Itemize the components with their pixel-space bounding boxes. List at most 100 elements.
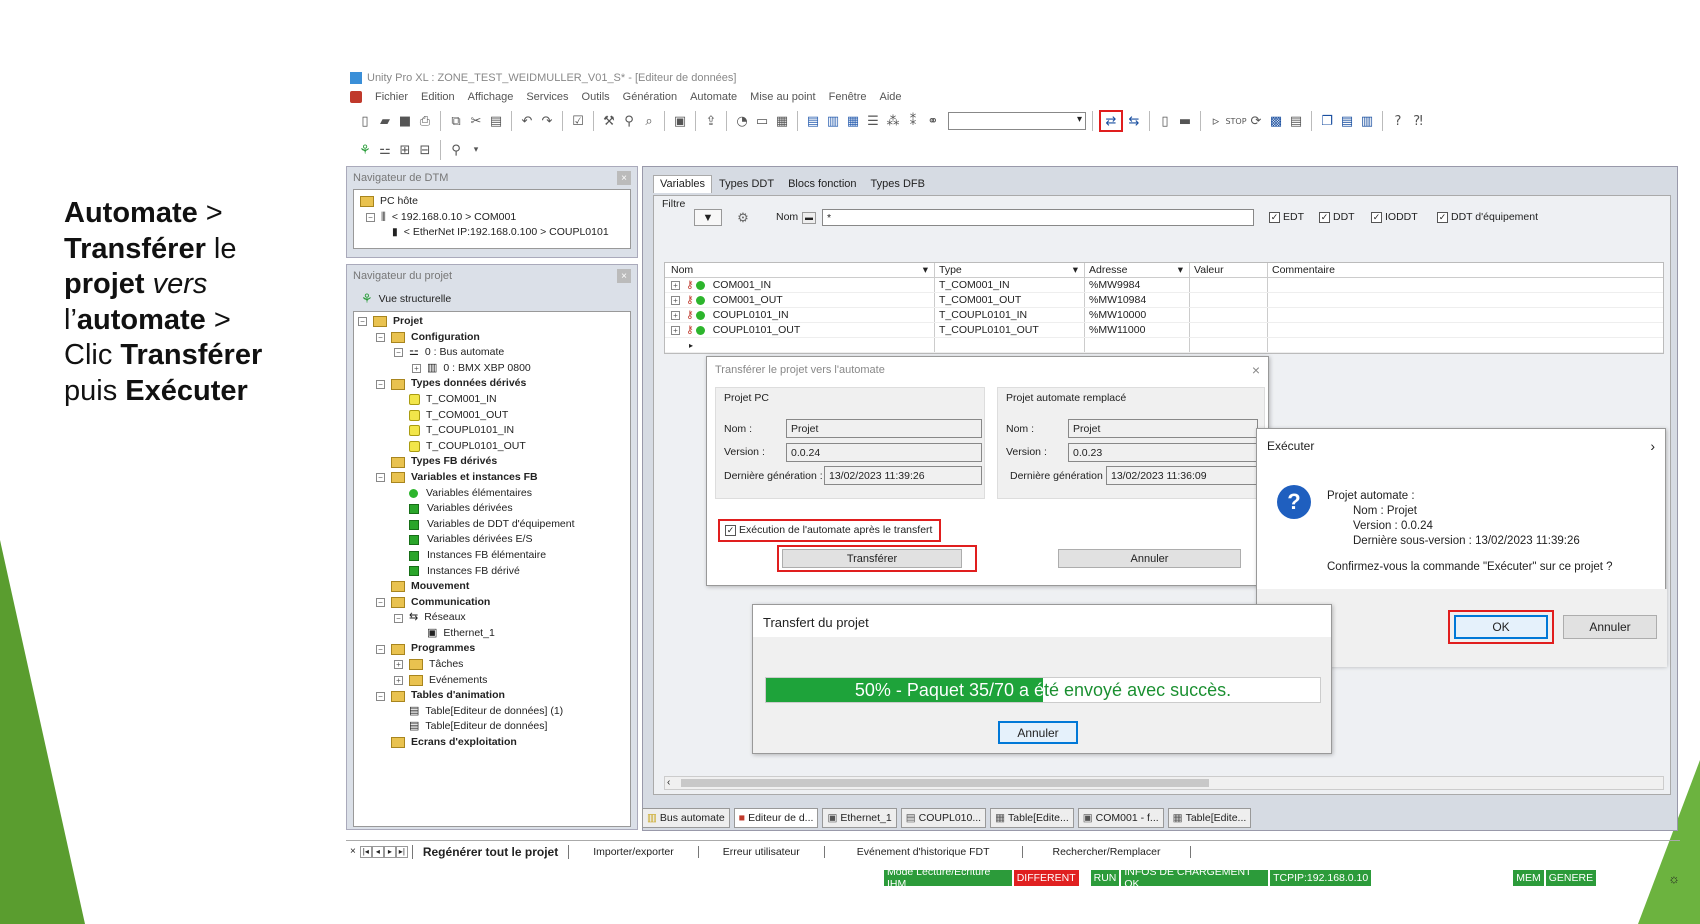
memory-icon[interactable]: ▩ — [1267, 112, 1285, 130]
cut-icon[interactable]: ✂ — [467, 112, 485, 130]
variable-type-cell[interactable]: T_COM001_IN — [935, 278, 1085, 292]
check-ddt[interactable]: ✓ DDT — [1319, 211, 1355, 223]
nav-last-icon[interactable]: ▸| — [395, 845, 408, 858]
tree-item[interactable]: + ▥ 0 : BMX XBP 0800 — [358, 361, 626, 377]
table-row[interactable]: + ⚷ COUPL0101_IN T_COUPL0101_IN %MW10000 — [665, 308, 1663, 323]
variable-value-cell[interactable] — [1190, 308, 1268, 322]
variable-comment-cell[interactable] — [1268, 278, 1663, 292]
collapse-icon[interactable]: ⊟ — [416, 141, 434, 159]
window-tab[interactable]: ▥ Bus automate — [642, 808, 730, 828]
new-row-type[interactable] — [935, 338, 1085, 352]
structure-view-icon[interactable]: ⚘ — [356, 141, 374, 159]
tab-types-dfb[interactable]: Types DFB — [864, 175, 932, 193]
output-tab-rechercher[interactable]: Rechercher/Remplacer — [1023, 845, 1192, 858]
variable-address-cell[interactable]: %MW10000 — [1085, 308, 1190, 322]
new-icon[interactable]: ▯ — [356, 112, 374, 130]
variable-address-cell[interactable]: %MW11000 — [1085, 323, 1190, 337]
variables2-icon[interactable]: ⁑ — [904, 112, 922, 130]
collapse-icon[interactable]: − — [358, 317, 367, 327]
variables-icon[interactable]: ⁂ — [884, 112, 902, 130]
expand-icon[interactable]: + — [412, 364, 421, 374]
tree-item[interactable]: − Types données dérivés — [358, 376, 626, 392]
simulate-icon[interactable]: ▯ — [1156, 112, 1174, 130]
output-close-icon[interactable]: × — [350, 846, 356, 857]
variable-name-cell[interactable]: + ⚷ COM001_OUT — [665, 293, 935, 307]
variable-comment-cell[interactable] — [1268, 308, 1663, 322]
tab-blocs-fonction[interactable]: Blocs fonction — [781, 175, 863, 193]
window-tab[interactable]: ▣ COM001 - f... — [1077, 808, 1164, 828]
list-icon[interactable]: ☰ — [864, 112, 882, 130]
checkbox-checked[interactable]: ✓ — [1269, 211, 1280, 223]
variable-type-cell[interactable]: T_COUPL0101_OUT — [935, 323, 1085, 337]
transfer-button[interactable]: Transférer — [782, 549, 962, 568]
collapse-icon[interactable]: − — [394, 613, 403, 623]
table-row[interactable]: + ⚷ COM001_IN T_COM001_IN %MW9984 — [665, 278, 1663, 293]
run-icon[interactable]: ▹ — [1207, 112, 1225, 130]
tree-item[interactable]: T_COM001_OUT — [358, 408, 626, 424]
tree-item[interactable]: − Programmes — [358, 641, 626, 657]
output-tab-erreur-utilisateur[interactable]: Erreur utilisateur — [699, 845, 825, 858]
close-icon[interactable]: × — [617, 171, 631, 185]
tree-item[interactable]: − ⚍ 0 : Bus automate — [358, 345, 626, 361]
new-row-value[interactable] — [1190, 338, 1268, 352]
search-tool-icon[interactable]: ⚲ — [620, 112, 638, 130]
windows-cascade-icon[interactable]: ❐ — [1318, 112, 1336, 130]
menu-automate[interactable]: Automate — [690, 91, 737, 103]
collapse-icon[interactable]: − — [376, 332, 385, 342]
tree-item[interactable]: Variables de DDT d'équipement — [358, 517, 626, 533]
tree-item[interactable]: T_COUPL0101_OUT — [358, 439, 626, 455]
column-type[interactable]: Type ▾ — [935, 263, 1085, 277]
window-tab[interactable]: ■ Editeur de d... — [733, 808, 819, 828]
scrollbar-thumb[interactable] — [681, 779, 1209, 787]
tree-item[interactable]: T_COM001_IN — [358, 392, 626, 408]
expand-icon[interactable]: + — [671, 280, 680, 290]
print-icon[interactable]: ⎙ — [416, 112, 434, 130]
tree-item[interactable]: + Tâches — [358, 657, 626, 673]
expand-icon[interactable]: + — [394, 675, 403, 685]
tools-icon[interactable]: ⚒ — [600, 112, 618, 130]
window-tab[interactable]: ▣ Ethernet_1 — [822, 808, 897, 828]
variable-comment-cell[interactable] — [1268, 293, 1663, 307]
nav-next-icon[interactable]: ▸ — [383, 845, 396, 858]
nav-first-icon[interactable]: |◂ — [359, 845, 372, 858]
dropdown-arrow-icon[interactable]: ▾ — [923, 264, 928, 276]
windows-v-icon[interactable]: ▥ — [1358, 112, 1376, 130]
connect-icon[interactable]: ▬ — [1176, 112, 1194, 130]
window-icon[interactable]: ▭ — [753, 112, 771, 130]
check-ioddt[interactable]: ✓ IODDT — [1371, 211, 1418, 223]
tree-item[interactable]: − ⇆ Réseaux — [358, 610, 626, 626]
horizontal-scrollbar[interactable]: ‹ — [664, 776, 1664, 790]
ok-button[interactable]: OK — [1454, 615, 1548, 639]
check-ddt-equipement[interactable]: ✓ DDT d'équipement — [1437, 211, 1538, 223]
tree-item[interactable]: − Communication — [358, 595, 626, 611]
menu-generation[interactable]: Génération — [623, 91, 677, 103]
variable-type-cell[interactable]: T_COM001_OUT — [935, 293, 1085, 307]
collapse-icon[interactable]: − — [376, 691, 385, 701]
scroll-left-icon[interactable]: ‹ — [667, 777, 670, 788]
collapse-icon[interactable]: − — [394, 348, 403, 358]
menu-mise-au-point[interactable]: Mise au point — [750, 91, 815, 103]
expand-icon[interactable]: + — [671, 325, 680, 335]
output-tab-evenement-fdt[interactable]: Evénement d'historique FDT — [825, 845, 1023, 858]
close-icon[interactable]: × — [1252, 362, 1260, 378]
column-valeur[interactable]: Valeur — [1190, 263, 1268, 277]
checkbox-checked[interactable]: ✓ — [1319, 211, 1330, 223]
expand-icon[interactable]: + — [671, 310, 680, 320]
hierarchy-icon[interactable]: ⚍ — [376, 141, 394, 159]
table-row[interactable]: + ⚷ COUPL0101_OUT T_COUPL0101_OUT %MW11000 — [665, 323, 1663, 338]
collapse-icon[interactable]: − — [366, 212, 375, 222]
dtm-root[interactable]: PC hôte — [360, 194, 624, 210]
tab-variables[interactable]: Variables — [653, 175, 713, 193]
variable-name-cell[interactable]: + ⚷ COUPL0101_OUT — [665, 323, 935, 337]
new-row[interactable]: ▸ — [665, 338, 1663, 353]
tree-item[interactable]: T_COUPL0101_IN — [358, 423, 626, 439]
variable-type-cell[interactable]: T_COUPL0101_IN — [935, 308, 1085, 322]
dtm-node-com001[interactable]: − ⫼ < 192.168.0.10 > COM001 — [360, 210, 624, 226]
validate-icon[interactable]: ☑ — [569, 112, 587, 130]
column-adresse[interactable]: Adresse ▾ — [1085, 263, 1190, 277]
export-icon[interactable]: ⇪ — [702, 112, 720, 130]
calendar-icon[interactable]: ▦ — [773, 112, 791, 130]
menu-outils[interactable]: Outils — [582, 91, 610, 103]
dropdown-arrow-icon[interactable]: ▾ — [1073, 264, 1078, 276]
tree-item[interactable]: Variables dérivées — [358, 501, 626, 517]
